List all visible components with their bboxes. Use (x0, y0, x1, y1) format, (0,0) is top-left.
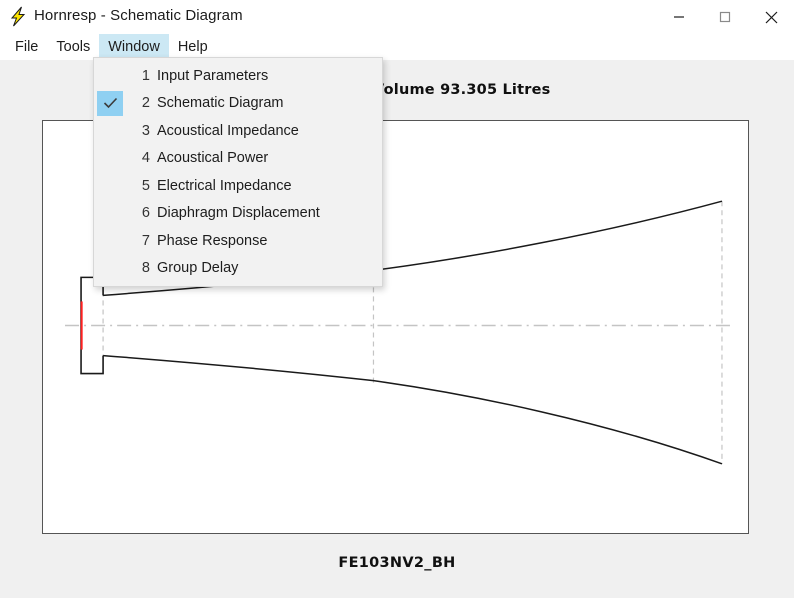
menu-item-number: 2 (141, 95, 150, 112)
menu-item-schematic-diagram[interactable]: 2 Schematic Diagram (94, 90, 382, 118)
menu-item-diaphragm-displacement[interactable]: 6 Diaphragm Displacement (94, 200, 382, 228)
minimize-icon (674, 16, 684, 18)
checkmark-icon (97, 90, 123, 116)
horn-bottom-profile (103, 354, 723, 465)
menu-item-number: 5 (141, 177, 150, 194)
menu-item-number: 7 (141, 232, 150, 249)
menu-item-label: Acoustical Impedance (157, 122, 299, 139)
menu-file[interactable]: File (6, 34, 47, 60)
close-icon (765, 11, 777, 23)
minimize-button[interactable] (656, 0, 702, 34)
window-title: Hornresp - Schematic Diagram (34, 7, 243, 24)
menu-item-label: Diaphragm Displacement (157, 205, 320, 222)
menu-item-phase-response[interactable]: 7 Phase Response (94, 227, 382, 255)
hornresp-window: Hornresp - Schematic Diagram File Tools … (0, 0, 794, 598)
close-button[interactable] (748, 0, 794, 34)
menu-item-number: 1 (141, 67, 150, 84)
menu-item-label: Schematic Diagram (157, 95, 284, 112)
menu-item-acoustical-impedance[interactable]: 3 Acoustical Impedance (94, 117, 382, 145)
maximize-icon (719, 11, 731, 23)
lightning-bolt-icon (8, 6, 28, 27)
menu-item-label: Group Delay (157, 260, 239, 277)
menu-item-label: Phase Response (157, 232, 268, 249)
menu-item-label: Acoustical Power (157, 150, 269, 167)
menu-item-label: Input Parameters (157, 67, 269, 84)
menu-tools[interactable]: Tools (47, 34, 99, 60)
menu-item-label: Electrical Impedance (157, 177, 292, 194)
menu-item-acoustical-power[interactable]: 4 Acoustical Power (94, 145, 382, 173)
window-controls (656, 0, 794, 34)
title-bar: Hornresp - Schematic Diagram (0, 0, 794, 35)
window-dropdown-menu: 1 Input Parameters 2 Schematic Diagram 3… (93, 57, 383, 287)
menu-item-number: 3 (141, 122, 150, 139)
menu-item-number: 8 (141, 260, 150, 277)
menu-item-number: 4 (141, 150, 150, 167)
menu-item-electrical-impedance[interactable]: 5 Electrical Impedance (94, 172, 382, 200)
menu-item-group-delay[interactable]: 8 Group Delay (94, 255, 382, 283)
menu-item-number: 6 (141, 205, 150, 222)
design-name-label: FE103NV2_BH (338, 555, 456, 571)
menu-item-input-parameters[interactable]: 1 Input Parameters (94, 62, 382, 90)
maximize-button[interactable] (702, 0, 748, 34)
